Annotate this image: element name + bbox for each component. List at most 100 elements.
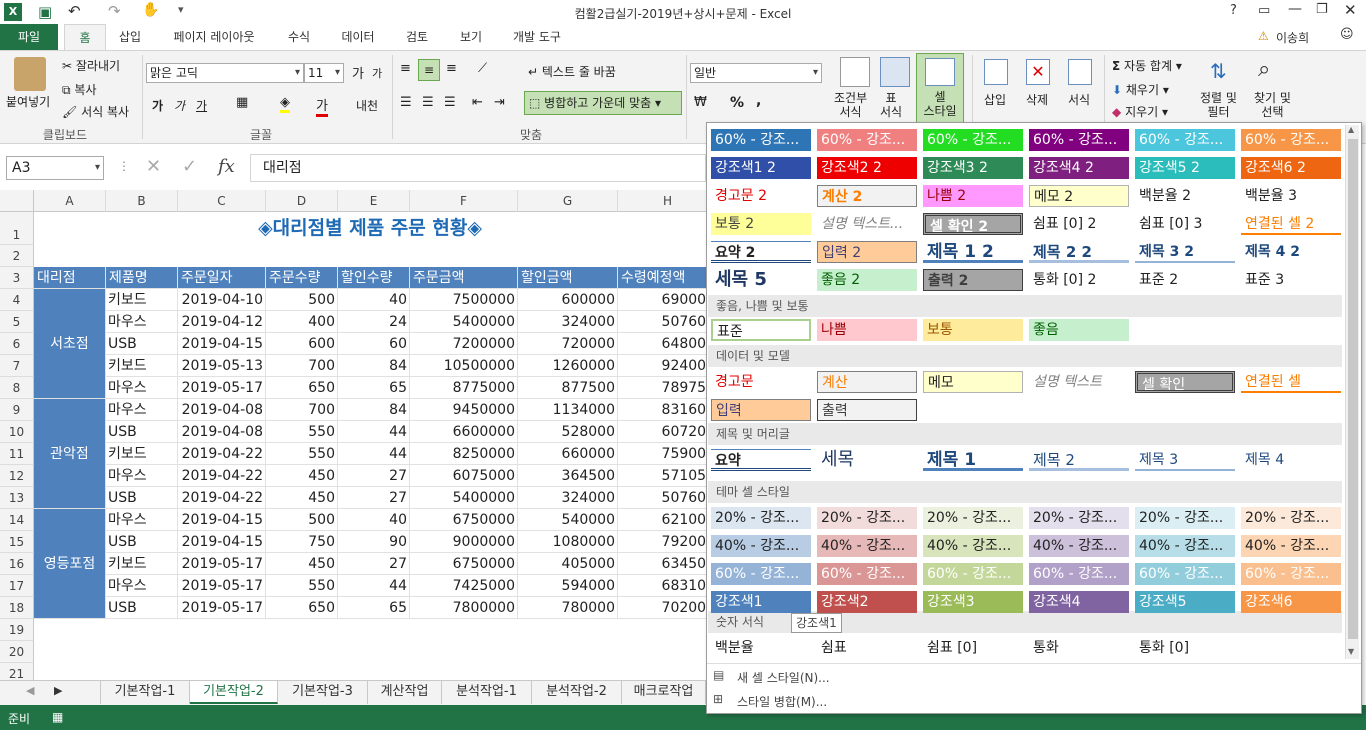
tab-view[interactable]: 보기 xyxy=(450,24,492,50)
cell-style-swatch[interactable]: 20% - 강조... xyxy=(1029,507,1129,529)
insert-cells-icon[interactable] xyxy=(984,59,1008,85)
tab-review[interactable]: 검토 xyxy=(396,24,438,50)
cell-style-swatch[interactable]: 강조색1 2 xyxy=(711,157,811,179)
data-cell[interactable]: 9000000 xyxy=(410,531,518,553)
data-cell[interactable]: 594000 xyxy=(518,575,618,597)
data-cell[interactable]: 44 xyxy=(338,575,410,597)
cell-style-swatch[interactable]: 20% - 강조... xyxy=(1135,507,1235,529)
sheet-tab[interactable]: 분석작업-1 xyxy=(442,681,532,704)
cell-style-swatch[interactable]: 제목 2 2 xyxy=(1029,241,1129,263)
header-cell[interactable]: 주문일자 xyxy=(178,267,266,289)
data-cell[interactable]: 1134000 xyxy=(518,399,618,421)
data-cell[interactable]: 759000 xyxy=(618,443,706,465)
cell-style-swatch[interactable]: 표준 2 xyxy=(1135,269,1235,291)
clear-button[interactable]: ◆ 지우기 ▾ xyxy=(1112,103,1168,120)
cell-style-swatch[interactable]: 좋음 2 xyxy=(817,269,917,291)
group-cell[interactable]: 관악점 xyxy=(34,399,106,509)
data-cell[interactable]: 500 xyxy=(266,509,338,531)
cell-style-swatch[interactable]: 제목 4 xyxy=(1241,449,1341,471)
cell-style-swatch[interactable]: 60% - 강조... xyxy=(711,563,811,585)
tab-formulas[interactable]: 수식 xyxy=(278,24,320,50)
sheet-tab[interactable]: 기본작업-3 xyxy=(278,681,368,704)
group-cell[interactable]: 서초점 xyxy=(34,289,106,399)
cell-style-swatch[interactable]: 백분율 xyxy=(711,637,811,659)
cell-style-swatch[interactable]: 60% - 강조... xyxy=(923,129,1023,151)
macro-record-icon[interactable]: ▦ xyxy=(52,710,63,724)
table-format-icon[interactable] xyxy=(880,57,910,87)
data-cell[interactable]: 2019-04-08 xyxy=(178,399,266,421)
cell-style-swatch[interactable]: 강조색6 xyxy=(1241,591,1341,613)
cell-style-swatch[interactable]: 40% - 강조... xyxy=(711,535,811,557)
data-cell[interactable]: 2019-04-12 xyxy=(178,311,266,333)
data-cell[interactable]: 7425000 xyxy=(410,575,518,597)
column-header[interactable]: E xyxy=(338,190,410,212)
cell-style-swatch[interactable]: 셀 확인 xyxy=(1135,371,1235,393)
data-cell[interactable]: 44 xyxy=(338,443,410,465)
tab-insert[interactable]: 삽입 xyxy=(110,24,150,50)
cell-style-swatch[interactable]: 제목 3 2 xyxy=(1135,241,1235,263)
data-cell[interactable]: 40 xyxy=(338,509,410,531)
data-cell[interactable]: 마우스 xyxy=(106,311,178,333)
format-painter-button[interactable]: 🖌 서식 복사 xyxy=(62,103,129,120)
row-header[interactable]: 19 xyxy=(0,619,34,641)
data-cell[interactable]: 마우스 xyxy=(106,509,178,531)
row-header[interactable]: 10 xyxy=(0,421,34,443)
data-cell[interactable]: 65 xyxy=(338,597,410,619)
grow-font-button[interactable]: 가 xyxy=(352,63,364,82)
data-cell[interactable]: 750 xyxy=(266,531,338,553)
data-cell[interactable]: 65 xyxy=(338,377,410,399)
column-header[interactable]: H xyxy=(618,190,706,212)
cell-style-swatch[interactable]: 쉼표 xyxy=(817,637,917,659)
column-header[interactable]: C xyxy=(178,190,266,212)
align-left-icon[interactable]: ☰ xyxy=(400,95,412,110)
italic-button[interactable]: 가 xyxy=(174,97,185,114)
format-cells-button[interactable]: 서식 xyxy=(1068,91,1090,108)
data-cell[interactable]: 2019-05-17 xyxy=(178,377,266,399)
data-cell[interactable]: 44 xyxy=(338,421,410,443)
new-cell-style-item[interactable]: 새 셀 스타일(N)... xyxy=(737,669,830,686)
row-header[interactable]: 12 xyxy=(0,465,34,487)
data-cell[interactable]: 924000 xyxy=(618,355,706,377)
data-cell[interactable]: 24 xyxy=(338,311,410,333)
cell-style-swatch[interactable]: 요약 2 xyxy=(711,241,811,263)
cell-style-swatch[interactable]: 60% - 강조... xyxy=(1029,129,1129,151)
cell-style-swatch[interactable]: 20% - 강조... xyxy=(817,507,917,529)
sort-filter-button[interactable]: 정렬 및 필터 xyxy=(1200,91,1237,119)
row-header[interactable]: 13 xyxy=(0,487,34,509)
cell-style-swatch[interactable]: 강조색5 2 xyxy=(1135,157,1235,179)
data-cell[interactable]: 2019-05-17 xyxy=(178,597,266,619)
close-icon[interactable]: ✕ xyxy=(1344,1,1357,19)
data-cell[interactable]: 2019-04-22 xyxy=(178,465,266,487)
row-header[interactable]: 21 xyxy=(0,663,34,680)
cell-style-swatch[interactable]: 강조색3 xyxy=(923,591,1023,613)
cell-style-swatch[interactable]: 40% - 강조... xyxy=(817,535,917,557)
borders-icon[interactable]: ▦ xyxy=(236,95,248,110)
sheet-tab[interactable]: 매크로작업 xyxy=(622,681,706,704)
data-cell[interactable]: USB xyxy=(106,421,178,443)
sheet-tab[interactable]: 계산작업 xyxy=(368,681,442,704)
data-cell[interactable]: 550 xyxy=(266,443,338,465)
data-cell[interactable]: 600000 xyxy=(518,289,618,311)
row-header[interactable]: 3 xyxy=(0,267,34,289)
sheet-tab-active[interactable]: 기본작업-2 xyxy=(190,681,278,704)
sort-filter-icon[interactable]: ⇅ xyxy=(1210,59,1227,83)
scroll-down-icon[interactable]: ▼ xyxy=(1348,647,1354,656)
cell-style-swatch[interactable]: 강조색5 xyxy=(1135,591,1235,613)
data-cell[interactable]: 2019-04-10 xyxy=(178,289,266,311)
font-size-select[interactable]: 11 xyxy=(304,63,344,83)
data-cell[interactable]: 683100 xyxy=(618,575,706,597)
cell-style-swatch[interactable]: 요약 xyxy=(711,449,811,471)
data-cell[interactable]: 650 xyxy=(266,597,338,619)
data-cell[interactable]: 1260000 xyxy=(518,355,618,377)
data-cell[interactable]: 27 xyxy=(338,465,410,487)
fill-button[interactable]: ⬇ 채우기 ▾ xyxy=(1112,81,1169,98)
scroll-thumb[interactable] xyxy=(1348,139,1358,639)
tab-page-layout[interactable]: 페이지 레이아웃 xyxy=(162,24,266,50)
cell-style-swatch[interactable]: 40% - 강조... xyxy=(923,535,1023,557)
data-cell[interactable]: 789750 xyxy=(618,377,706,399)
data-cell[interactable]: USB xyxy=(106,487,178,509)
data-cell[interactable]: 540000 xyxy=(518,509,618,531)
data-cell[interactable]: 571050 xyxy=(618,465,706,487)
cell-style-swatch[interactable]: 통화 [0] 2 xyxy=(1029,269,1129,291)
minimize-icon[interactable]: — xyxy=(1288,1,1302,17)
